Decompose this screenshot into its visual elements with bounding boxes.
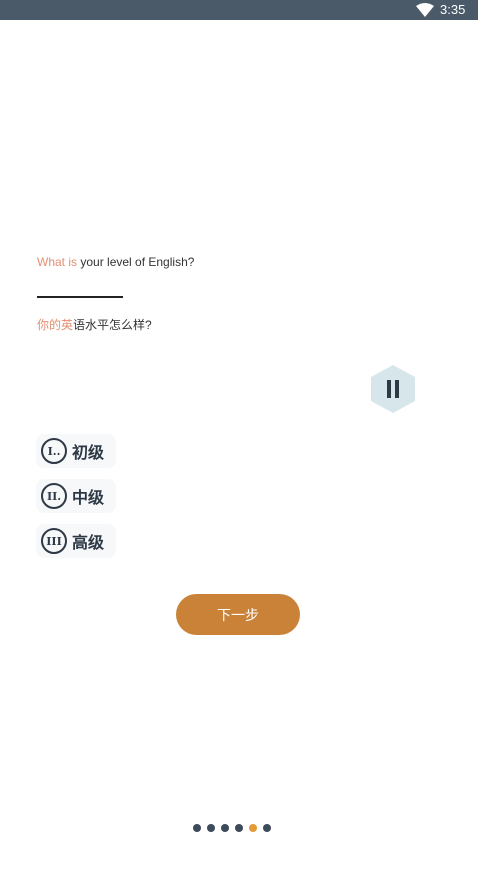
pause-icon: [371, 365, 415, 413]
page-indicator: [193, 824, 271, 834]
page-dot: [235, 824, 243, 832]
divider: [37, 296, 123, 298]
question-english-rest: your level of English?: [77, 255, 195, 269]
question-chinese-highlight: 你的英: [37, 318, 74, 332]
option-intermediate[interactable]: II. 中级: [36, 479, 116, 513]
question-english: What is your level of English?: [37, 255, 194, 269]
option-number-2: II.: [41, 483, 67, 509]
page-dot: [193, 824, 201, 832]
question-english-highlight: What is: [37, 255, 78, 269]
wifi-icon: [416, 3, 434, 17]
option-label-intermediate: 中级: [72, 490, 105, 507]
option-beginner[interactable]: I.. 初级: [36, 434, 116, 468]
page-dot: [221, 824, 229, 832]
option-label-beginner: 初级: [72, 445, 105, 462]
option-advanced[interactable]: III 高级: [36, 524, 116, 558]
next-button[interactable]: 下一步: [176, 594, 300, 635]
page-dot-active: [249, 824, 257, 832]
option-label-advanced: 高级: [72, 535, 105, 552]
pause-button[interactable]: [370, 364, 416, 414]
option-number-3: III: [41, 528, 67, 554]
status-time: 3:35: [440, 2, 466, 17]
question-chinese: 你的英语水平怎么样?: [37, 316, 152, 333]
status-bar: 3:35: [0, 0, 478, 20]
question-chinese-rest: 语水平怎么样?: [73, 318, 152, 332]
option-number-1: I..: [41, 438, 67, 464]
page-dot: [207, 824, 215, 832]
page-dot: [263, 824, 271, 832]
